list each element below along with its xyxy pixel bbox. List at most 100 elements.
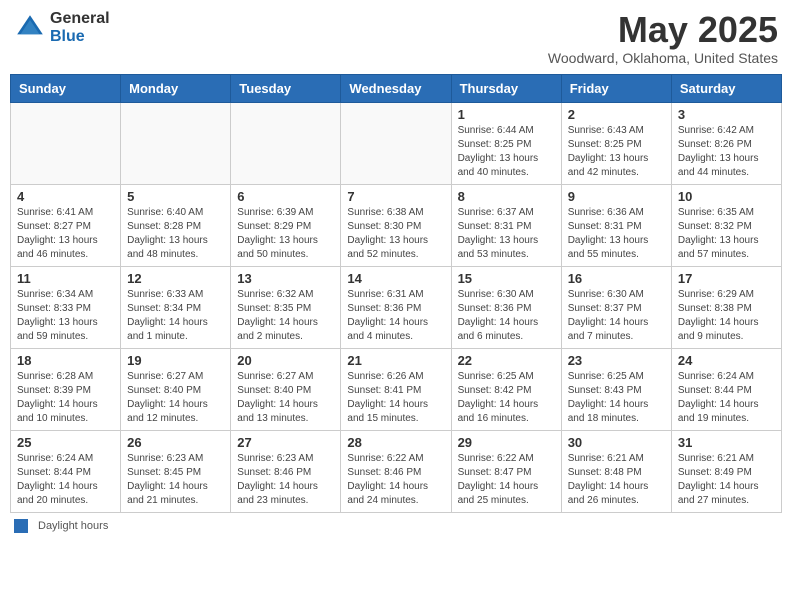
day-number: 9 (568, 189, 665, 204)
calendar-cell (341, 102, 451, 184)
day-number: 7 (347, 189, 444, 204)
day-info: Sunrise: 6:39 AM Sunset: 8:29 PM Dayligh… (237, 206, 334, 262)
day-info: Sunrise: 6:25 AM Sunset: 8:43 PM Dayligh… (568, 370, 665, 426)
day-number: 27 (237, 435, 334, 450)
calendar-dow-saturday: Saturday (671, 74, 781, 102)
calendar-table: SundayMondayTuesdayWednesdayThursdayFrid… (10, 74, 782, 513)
calendar-header-row: SundayMondayTuesdayWednesdayThursdayFrid… (11, 74, 782, 102)
day-info: Sunrise: 6:27 AM Sunset: 8:40 PM Dayligh… (127, 370, 224, 426)
day-number: 5 (127, 189, 224, 204)
day-info: Sunrise: 6:44 AM Sunset: 8:25 PM Dayligh… (458, 124, 555, 180)
day-info: Sunrise: 6:26 AM Sunset: 8:41 PM Dayligh… (347, 370, 444, 426)
day-number: 3 (678, 107, 775, 122)
day-info: Sunrise: 6:22 AM Sunset: 8:47 PM Dayligh… (458, 452, 555, 508)
calendar-cell: 27 Sunrise: 6:23 AM Sunset: 8:46 PM Dayli… (231, 430, 341, 512)
calendar-cell: 7 Sunrise: 6:38 AM Sunset: 8:30 PM Daylig… (341, 184, 451, 266)
calendar-cell: 25 Sunrise: 6:24 AM Sunset: 8:44 PM Dayli… (11, 430, 121, 512)
day-number: 22 (458, 353, 555, 368)
day-number: 1 (458, 107, 555, 122)
calendar-cell: 17Sunrise: 6:29 AM Sunset: 8:38 PM Dayli… (671, 266, 781, 348)
day-info: Sunrise: 6:32 AM Sunset: 8:35 PM Dayligh… (237, 288, 334, 344)
calendar-cell: 11Sunrise: 6:34 AM Sunset: 8:33 PM Dayli… (11, 266, 121, 348)
calendar-cell: 15 Sunrise: 6:30 AM Sunset: 8:36 PM Dayli… (451, 266, 561, 348)
logo-general-text: General (50, 10, 110, 28)
month-title: May 2025 (548, 10, 778, 50)
day-info: Sunrise: 6:31 AM Sunset: 8:36 PM Dayligh… (347, 288, 444, 344)
calendar-cell: 13 Sunrise: 6:32 AM Sunset: 8:35 PM Dayli… (231, 266, 341, 348)
day-number: 24 (678, 353, 775, 368)
calendar-cell: 30Sunrise: 6:21 AM Sunset: 8:48 PM Dayli… (561, 430, 671, 512)
calendar-cell: 24 Sunrise: 6:24 AM Sunset: 8:44 PM Dayli… (671, 348, 781, 430)
calendar-week-4: 25 Sunrise: 6:24 AM Sunset: 8:44 PM Dayli… (11, 430, 782, 512)
day-number: 26 (127, 435, 224, 450)
day-info: Sunrise: 6:36 AM Sunset: 8:31 PM Dayligh… (568, 206, 665, 262)
day-info: Sunrise: 6:25 AM Sunset: 8:42 PM Dayligh… (458, 370, 555, 426)
day-info: Sunrise: 6:22 AM Sunset: 8:46 PM Dayligh… (347, 452, 444, 508)
day-number: 15 (458, 271, 555, 286)
calendar-cell: 12 Sunrise: 6:33 AM Sunset: 8:34 PM Dayli… (121, 266, 231, 348)
calendar-footer: Daylight hours (10, 519, 782, 533)
day-info: Sunrise: 6:27 AM Sunset: 8:40 PM Dayligh… (237, 370, 334, 426)
calendar-cell: 4Sunrise: 6:41 AM Sunset: 8:27 PM Daylig… (11, 184, 121, 266)
day-info: Sunrise: 6:21 AM Sunset: 8:49 PM Dayligh… (678, 452, 775, 508)
calendar-dow-monday: Monday (121, 74, 231, 102)
day-info: Sunrise: 6:24 AM Sunset: 8:44 PM Dayligh… (17, 452, 114, 508)
location-text: Woodward, Oklahoma, United States (548, 50, 778, 66)
day-number: 16 (568, 271, 665, 286)
day-info: Sunrise: 6:24 AM Sunset: 8:44 PM Dayligh… (678, 370, 775, 426)
calendar-cell: 1 Sunrise: 6:44 AM Sunset: 8:25 PM Daylig… (451, 102, 561, 184)
day-number: 13 (237, 271, 334, 286)
calendar-week-0: 1 Sunrise: 6:44 AM Sunset: 8:25 PM Daylig… (11, 102, 782, 184)
calendar-cell: 3 Sunrise: 6:42 AM Sunset: 8:26 PM Daylig… (671, 102, 781, 184)
calendar-cell: 21Sunrise: 6:26 AM Sunset: 8:41 PM Dayli… (341, 348, 451, 430)
day-info: Sunrise: 6:41 AM Sunset: 8:27 PM Dayligh… (17, 206, 114, 262)
calendar-cell: 22 Sunrise: 6:25 AM Sunset: 8:42 PM Dayli… (451, 348, 561, 430)
calendar-cell: 8 Sunrise: 6:37 AM Sunset: 8:31 PM Daylig… (451, 184, 561, 266)
day-info: Sunrise: 6:29 AM Sunset: 8:38 PM Dayligh… (678, 288, 775, 344)
calendar-week-1: 4Sunrise: 6:41 AM Sunset: 8:27 PM Daylig… (11, 184, 782, 266)
day-info: Sunrise: 6:35 AM Sunset: 8:32 PM Dayligh… (678, 206, 775, 262)
day-info: Sunrise: 6:33 AM Sunset: 8:34 PM Dayligh… (127, 288, 224, 344)
day-number: 2 (568, 107, 665, 122)
calendar-cell: 19Sunrise: 6:27 AM Sunset: 8:40 PM Dayli… (121, 348, 231, 430)
day-info: Sunrise: 6:23 AM Sunset: 8:45 PM Dayligh… (127, 452, 224, 508)
day-info: Sunrise: 6:37 AM Sunset: 8:31 PM Dayligh… (458, 206, 555, 262)
calendar-dow-thursday: Thursday (451, 74, 561, 102)
day-number: 8 (458, 189, 555, 204)
calendar-week-2: 11Sunrise: 6:34 AM Sunset: 8:33 PM Dayli… (11, 266, 782, 348)
calendar-cell: 31Sunrise: 6:21 AM Sunset: 8:49 PM Dayli… (671, 430, 781, 512)
calendar-cell: 16 Sunrise: 6:30 AM Sunset: 8:37 PM Dayli… (561, 266, 671, 348)
day-info: Sunrise: 6:30 AM Sunset: 8:36 PM Dayligh… (458, 288, 555, 344)
calendar-cell: 9 Sunrise: 6:36 AM Sunset: 8:31 PM Daylig… (561, 184, 671, 266)
calendar-dow-tuesday: Tuesday (231, 74, 341, 102)
day-number: 20 (237, 353, 334, 368)
calendar-cell: 2Sunrise: 6:43 AM Sunset: 8:25 PM Daylig… (561, 102, 671, 184)
logo-icon (14, 12, 46, 44)
calendar-cell (11, 102, 121, 184)
calendar-cell: 14Sunrise: 6:31 AM Sunset: 8:36 PM Dayli… (341, 266, 451, 348)
day-info: Sunrise: 6:23 AM Sunset: 8:46 PM Dayligh… (237, 452, 334, 508)
day-number: 10 (678, 189, 775, 204)
calendar-cell: 6 Sunrise: 6:39 AM Sunset: 8:29 PM Daylig… (231, 184, 341, 266)
day-info: Sunrise: 6:30 AM Sunset: 8:37 PM Dayligh… (568, 288, 665, 344)
day-info: Sunrise: 6:42 AM Sunset: 8:26 PM Dayligh… (678, 124, 775, 180)
legend-label: Daylight hours (38, 520, 108, 532)
day-number: 12 (127, 271, 224, 286)
day-number: 30 (568, 435, 665, 450)
day-info: Sunrise: 6:40 AM Sunset: 8:28 PM Dayligh… (127, 206, 224, 262)
calendar-cell: 5 Sunrise: 6:40 AM Sunset: 8:28 PM Daylig… (121, 184, 231, 266)
calendar-dow-wednesday: Wednesday (341, 74, 451, 102)
calendar-cell: 10 Sunrise: 6:35 AM Sunset: 8:32 PM Dayli… (671, 184, 781, 266)
logo-text: General Blue (50, 10, 110, 45)
calendar-week-3: 18Sunrise: 6:28 AM Sunset: 8:39 PM Dayli… (11, 348, 782, 430)
calendar-cell (121, 102, 231, 184)
title-block: May 2025 Woodward, Oklahoma, United Stat… (548, 10, 778, 66)
calendar-cell: 26 Sunrise: 6:23 AM Sunset: 8:45 PM Dayli… (121, 430, 231, 512)
calendar-cell (231, 102, 341, 184)
legend-box (14, 519, 28, 533)
day-number: 6 (237, 189, 334, 204)
day-info: Sunrise: 6:38 AM Sunset: 8:30 PM Dayligh… (347, 206, 444, 262)
day-number: 25 (17, 435, 114, 450)
calendar-cell: 18Sunrise: 6:28 AM Sunset: 8:39 PM Dayli… (11, 348, 121, 430)
calendar-cell: 29Sunrise: 6:22 AM Sunset: 8:47 PM Dayli… (451, 430, 561, 512)
